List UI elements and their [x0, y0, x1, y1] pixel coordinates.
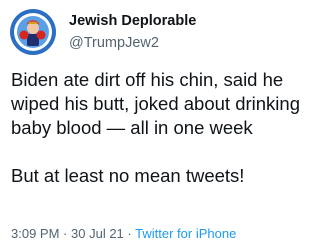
tweet-source-link[interactable]: Twitter for iPhone: [135, 226, 236, 241]
tweet-card: Jewish Deplorable @TrumpJew2 Biden ate d…: [0, 0, 330, 250]
author-display-name[interactable]: Jewish Deplorable: [69, 13, 196, 29]
boxer-avatar-icon: [10, 9, 56, 55]
avatar[interactable]: [9, 8, 57, 56]
tweet-text: Biden ate dirt off his chin, said he wip…: [11, 68, 323, 188]
tweet-time[interactable]: 3:09 PM: [11, 226, 59, 241]
meta-separator: ·: [127, 226, 132, 241]
tweet-metadata: 3:09 PM · 30 Jul 21 · Twitter for iPhone: [11, 226, 236, 241]
meta-separator: ·: [63, 226, 68, 241]
tweet-date[interactable]: 30 Jul 21: [71, 226, 124, 241]
tweet-paragraph: But at least no mean tweets!: [11, 165, 245, 186]
author-handle[interactable]: @TrumpJew2: [69, 35, 159, 51]
tweet-paragraph: Biden ate dirt off his chin, said he wip…: [11, 69, 300, 138]
